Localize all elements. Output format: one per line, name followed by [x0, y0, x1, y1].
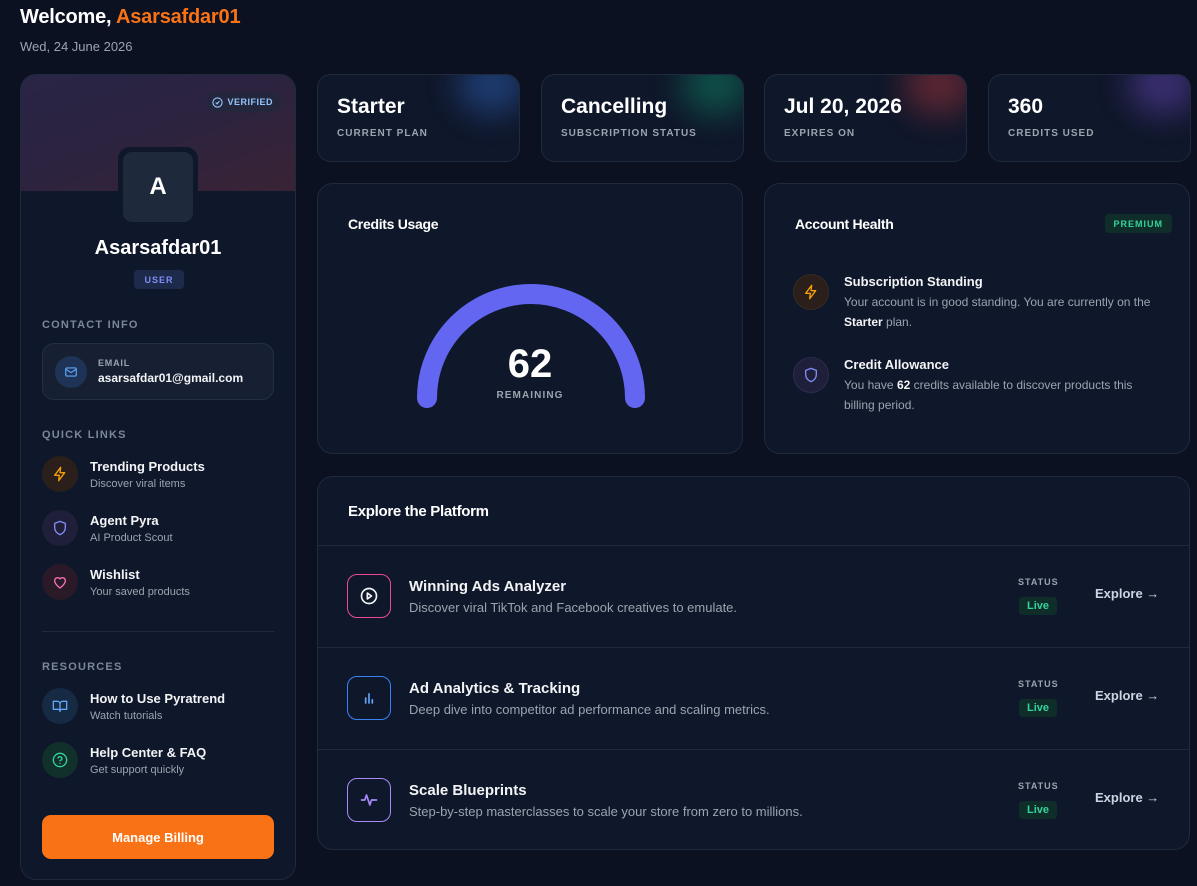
explore-link[interactable]: Explore →: [1095, 586, 1159, 601]
quick-links-label: QUICK LINKS: [42, 429, 127, 441]
resources-label: RESOURCES: [42, 661, 123, 673]
mail-icon: [55, 355, 87, 388]
resource-help-center[interactable]: Help Center & FAQ Get support quickly: [42, 742, 206, 778]
health-credit-allowance: Credit Allowance You have 62 credits ava…: [793, 357, 1164, 415]
quick-link-agent-pyra[interactable]: Agent Pyra AI Product Scout: [42, 510, 173, 546]
health-subscription-standing: Subscription Standing Your account is in…: [793, 274, 1164, 332]
explore-row-winning-ads[interactable]: Winning Ads Analyzer Discover viral TikT…: [318, 545, 1189, 647]
credits-usage-title: Credits Usage: [348, 216, 439, 232]
profile-sidebar: VERIFIED A Asarsafdar01 USER CONTACT INF…: [20, 74, 296, 880]
play-circle-icon: [347, 574, 391, 618]
credits-remaining-value: 62: [507, 342, 553, 386]
resource-how-to-use[interactable]: How to Use Pyratrend Watch tutorials: [42, 688, 225, 724]
explore-platform-panel: Explore the Platform Winning Ads Analyze…: [317, 476, 1190, 850]
activity-icon: [347, 778, 391, 822]
email-card[interactable]: EMAIL asarsafdar01@gmail.com: [42, 343, 274, 400]
email-value: asarsafdar01@gmail.com: [98, 371, 244, 385]
credits-usage-panel: Credits Usage 62 REMAINING: [317, 183, 743, 454]
premium-badge: PREMIUM: [1104, 214, 1172, 233]
role-badge: USER: [134, 270, 184, 289]
stat-expires-on: Jul 20, 2026 EXPIRES ON: [764, 74, 967, 162]
current-date: Wed, 24 June 2026: [20, 39, 133, 54]
lightning-icon: [793, 274, 829, 310]
check-circle-icon: [212, 96, 224, 108]
bar-chart-icon: [347, 676, 391, 720]
verified-badge: VERIFIED: [206, 92, 281, 112]
shield-icon: [793, 357, 829, 393]
quick-link-trending-products[interactable]: Trending Products Discover viral items: [42, 456, 205, 492]
explore-link[interactable]: Explore →: [1095, 688, 1159, 703]
help-circle-icon: [42, 742, 78, 778]
explore-link[interactable]: Explore →: [1095, 790, 1159, 805]
stat-subscription-status: Cancelling SUBSCRIPTION STATUS: [541, 74, 744, 162]
lightning-icon: [42, 456, 78, 492]
heart-icon: [42, 564, 78, 600]
credits-remaining-label: REMAINING: [496, 390, 564, 401]
manage-billing-button[interactable]: Manage Billing: [42, 815, 274, 859]
account-health-title: Account Health: [795, 216, 894, 232]
shield-icon: [42, 510, 78, 546]
status-badge: Live: [1019, 699, 1058, 717]
explore-row-scale-blueprints[interactable]: Scale Blueprints Step-by-step masterclas…: [318, 749, 1189, 849]
page-header: Welcome, Asarsafdar01 Wed, 24 June 2026: [20, 6, 241, 54]
explore-row-ad-analytics[interactable]: Ad Analytics & Tracking Deep dive into c…: [318, 647, 1189, 749]
contact-info-label: CONTACT INFO: [42, 319, 139, 331]
avatar: A: [118, 147, 198, 227]
status-badge: Live: [1019, 801, 1058, 819]
profile-name: Asarsafdar01: [94, 237, 222, 259]
status-badge: Live: [1019, 597, 1058, 615]
stat-credits-used: 360 CREDITS USED: [988, 74, 1191, 162]
account-health-panel: Account Health PREMIUM Subscription Stan…: [764, 183, 1190, 454]
explore-title: Explore the Platform: [348, 503, 489, 520]
sidebar-divider: [42, 631, 274, 632]
email-label: EMAIL: [98, 358, 130, 368]
stat-current-plan: Starter CURRENT PLAN: [317, 74, 520, 162]
welcome-username: Asarsafdar01: [116, 6, 241, 28]
avatar-initial: A: [123, 152, 193, 222]
book-icon: [42, 688, 78, 724]
quick-link-wishlist[interactable]: Wishlist Your saved products: [42, 564, 190, 600]
welcome-heading: Welcome, Asarsafdar01: [20, 6, 241, 28]
